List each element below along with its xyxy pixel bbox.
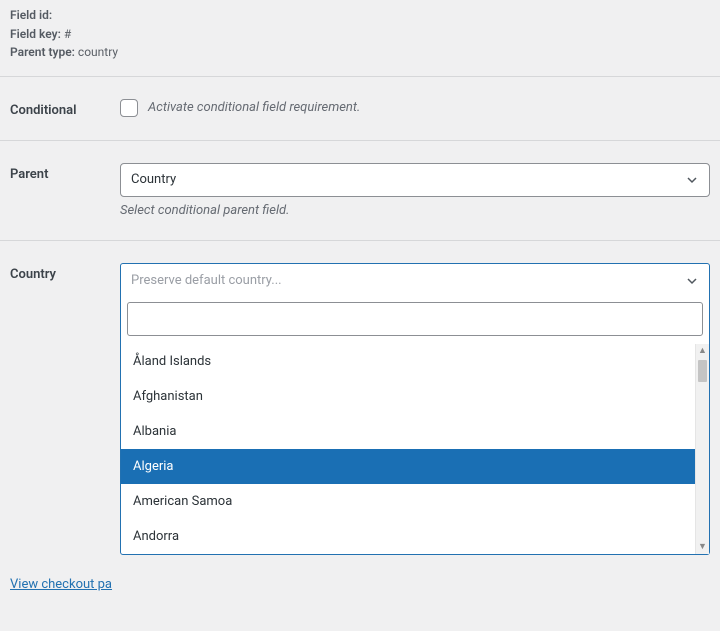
row-country: Country Preserve default country... Ålan… — [0, 241, 720, 555]
country-combobox[interactable]: Preserve default country... Åland Island… — [120, 263, 710, 555]
meta-parent-type: Parent type: country — [10, 43, 710, 62]
view-checkout-link[interactable]: View checkout pa — [0, 573, 122, 596]
conditional-help: Activate conditional field requirement. — [148, 100, 360, 115]
country-search-input[interactable] — [127, 302, 703, 336]
country-options-list: Åland IslandsAfghanistanAlbaniaAlgeriaAm… — [121, 344, 709, 554]
country-option[interactable]: Åland Islands — [121, 344, 709, 379]
country-combobox-header[interactable]: Preserve default country... — [121, 264, 709, 298]
parent-label: Parent — [10, 163, 120, 182]
country-option[interactable]: American Samoa — [121, 484, 709, 519]
country-placeholder: Preserve default country... — [131, 273, 282, 288]
row-parent: Parent Country Select conditional parent… — [0, 141, 720, 240]
parent-help: Select conditional parent field. — [120, 203, 710, 218]
parent-select[interactable]: Country — [120, 163, 710, 197]
scrollbar[interactable]: ▲ ▼ — [695, 344, 709, 554]
field-meta-block: Field id: Field key: # Parent type: coun… — [0, 0, 720, 76]
row-conditional: Conditional Activate conditional field r… — [0, 77, 720, 140]
parent-select-value: Country — [131, 172, 176, 187]
conditional-checkbox[interactable] — [120, 99, 138, 117]
chevron-down-icon — [685, 173, 699, 187]
country-label: Country — [10, 263, 120, 282]
scroll-down-arrow-icon[interactable]: ▼ — [696, 540, 709, 554]
country-option[interactable]: Albania — [121, 414, 709, 449]
meta-field-id-label: Field id: — [10, 8, 52, 22]
conditional-label: Conditional — [10, 99, 120, 118]
meta-parent-type-label: Parent type: — [10, 45, 75, 59]
scroll-up-arrow-icon[interactable]: ▲ — [696, 344, 709, 358]
country-option[interactable]: Andorra — [121, 519, 709, 554]
scroll-thumb[interactable] — [698, 360, 707, 382]
country-option[interactable]: Algeria — [121, 449, 709, 484]
country-option[interactable]: Afghanistan — [121, 379, 709, 414]
meta-field-key: Field key: # — [10, 25, 710, 44]
chevron-down-icon — [685, 274, 699, 288]
meta-field-key-label: Field key: — [10, 27, 61, 41]
meta-field-key-value: # — [64, 27, 71, 41]
meta-parent-type-value: country — [78, 45, 118, 59]
meta-field-id: Field id: — [10, 6, 710, 25]
